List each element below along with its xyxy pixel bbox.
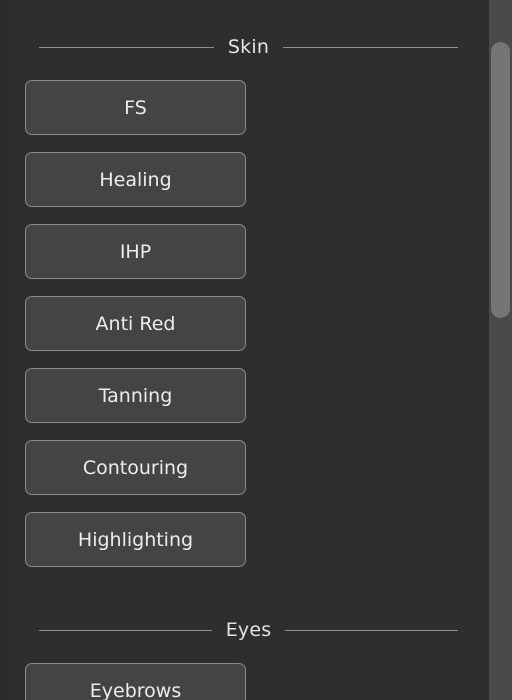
section-title-eyes: Eyes bbox=[225, 618, 272, 641]
scrollbar-thumb[interactable] bbox=[491, 42, 510, 318]
section-header-skin: Skin bbox=[8, 34, 489, 60]
tool-button-anti-red[interactable]: Anti Red bbox=[25, 296, 246, 351]
vertical-scrollbar[interactable] bbox=[489, 0, 512, 700]
tool-button-highlighting[interactable]: Highlighting bbox=[25, 512, 246, 567]
divider-rule-left bbox=[39, 46, 214, 48]
section-header-eyes: Eyes bbox=[8, 617, 489, 643]
section-title-skin: Skin bbox=[227, 35, 270, 58]
header-gap-skin bbox=[8, 60, 489, 80]
tool-button-tanning[interactable]: Tanning bbox=[25, 368, 246, 423]
left-edge-strip bbox=[0, 0, 8, 700]
retouch-tools-panel: Skin FS Healing IHP Anti Red Tanning Con… bbox=[8, 0, 489, 700]
section-eyes: Eyes Eyebrows Eyelashes Eye Shadow Iris … bbox=[8, 617, 489, 700]
section-skin: Skin FS Healing IHP Anti Red Tanning Con… bbox=[8, 34, 489, 567]
header-gap-eyes bbox=[8, 643, 489, 663]
divider-rule-left bbox=[39, 629, 212, 631]
tool-button-contouring[interactable]: Contouring bbox=[25, 440, 246, 495]
button-grid-eyes: Eyebrows Eyelashes Eye Shadow Iris Color… bbox=[8, 663, 489, 700]
button-grid-skin: FS Healing IHP Anti Red Tanning Contouri… bbox=[8, 80, 489, 567]
tool-button-fs[interactable]: FS bbox=[25, 80, 246, 135]
panel-top-padding bbox=[8, 0, 489, 34]
divider-rule-right bbox=[285, 629, 459, 631]
divider-rule-right bbox=[283, 46, 458, 48]
tool-button-ihp[interactable]: IHP bbox=[25, 224, 246, 279]
tool-button-healing[interactable]: Healing bbox=[25, 152, 246, 207]
tool-button-eyebrows[interactable]: Eyebrows bbox=[25, 663, 246, 700]
